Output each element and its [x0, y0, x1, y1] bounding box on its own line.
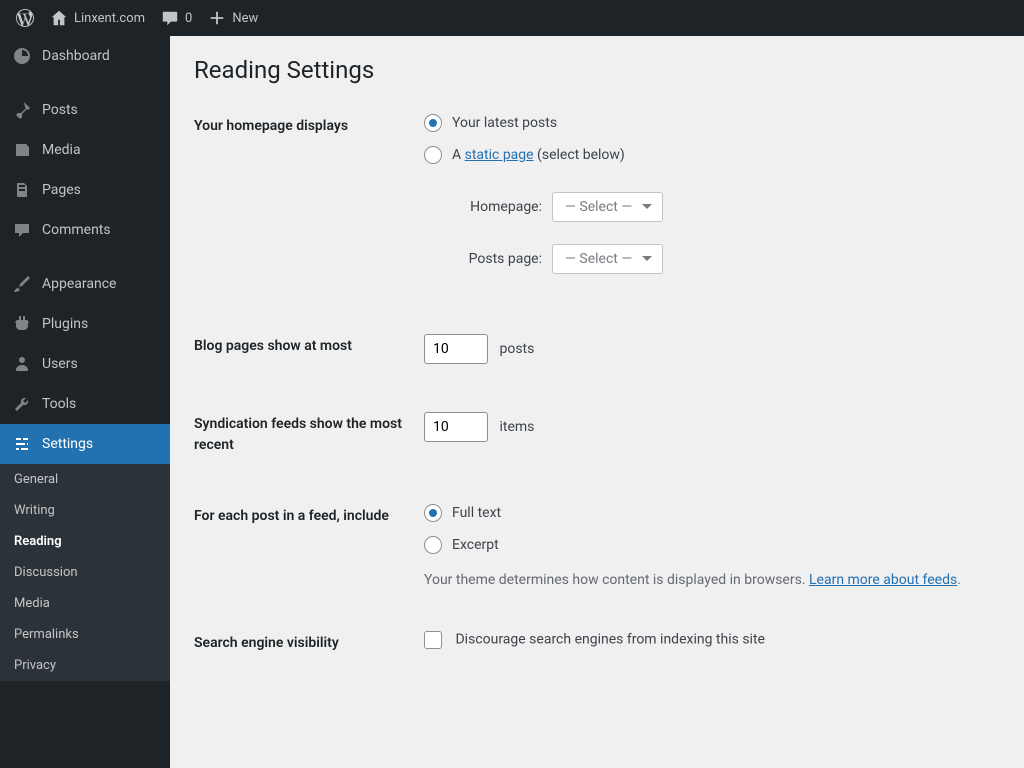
comment-icon	[161, 9, 179, 27]
searchvis-label: Search engine visibility	[194, 631, 424, 654]
homepage-displays-label: Your homepage displays	[194, 114, 424, 137]
menu-users[interactable]: Users	[0, 344, 170, 384]
admin-bar: Linxent.com 0 New	[0, 0, 1024, 36]
site-name[interactable]: Linxent.com	[42, 0, 153, 36]
menu-label: Users	[42, 356, 78, 372]
submenu-general[interactable]: General	[0, 464, 170, 495]
home-icon	[50, 9, 68, 27]
menu-dashboard[interactable]: Dashboard	[0, 36, 170, 76]
submenu-privacy[interactable]: Privacy	[0, 650, 170, 681]
submenu-permalinks[interactable]: Permalinks	[0, 619, 170, 650]
searchvis-checkbox-label: Discourage search engines from indexing …	[455, 632, 764, 648]
menu-media[interactable]: Media	[0, 130, 170, 170]
feedinclude-desc: Your theme determines how content is dis…	[424, 570, 1000, 591]
syndication-suffix: items	[499, 419, 534, 435]
menu-plugins[interactable]: Plugins	[0, 304, 170, 344]
wordpress-icon	[16, 9, 34, 27]
new-label: New	[232, 11, 258, 26]
static-page-link[interactable]: static page	[465, 147, 534, 163]
menu-label: Posts	[42, 102, 78, 118]
submenu-discussion[interactable]: Discussion	[0, 557, 170, 588]
menu-label: Appearance	[42, 276, 116, 292]
postspage-select-label: Posts page:	[452, 251, 542, 267]
media-icon	[12, 140, 32, 160]
new-content[interactable]: New	[200, 0, 266, 36]
searchvis-checkbox[interactable]	[424, 631, 442, 649]
submenu-media[interactable]: Media	[0, 588, 170, 619]
menu-posts[interactable]: Posts	[0, 90, 170, 130]
learn-more-feeds-link[interactable]: Learn more about feeds	[809, 572, 957, 588]
menu-pages[interactable]: Pages	[0, 170, 170, 210]
postspage-select[interactable]: — Select —	[552, 244, 663, 274]
radio-static-page[interactable]	[424, 146, 442, 164]
submenu-reading[interactable]: Reading	[0, 526, 170, 557]
comments-bubble[interactable]: 0	[153, 0, 200, 36]
menu-settings[interactable]: Settings	[0, 424, 170, 464]
submenu-writing[interactable]: Writing	[0, 495, 170, 526]
admin-sidebar: Dashboard Posts Media Pages Comments App…	[0, 36, 170, 768]
dashboard-icon	[12, 46, 32, 66]
menu-comments[interactable]: Comments	[0, 210, 170, 250]
menu-label: Media	[42, 142, 81, 158]
radio-excerpt-label: Excerpt	[452, 537, 499, 553]
blogpages-label: Blog pages show at most	[194, 334, 424, 357]
menu-label: Settings	[42, 436, 93, 452]
main-content: Reading Settings Your homepage displays …	[170, 36, 1024, 768]
blogpages-suffix: posts	[499, 341, 534, 357]
comments-count: 0	[185, 11, 192, 26]
syndication-label: Syndication feeds show the most recent	[194, 412, 424, 456]
feedinclude-label: For each post in a feed, include	[194, 504, 424, 527]
menu-label: Tools	[42, 396, 76, 412]
plugin-icon	[12, 314, 32, 334]
menu-label: Comments	[42, 222, 111, 238]
brush-icon	[12, 274, 32, 294]
tools-icon	[12, 394, 32, 414]
users-icon	[12, 354, 32, 374]
syndication-input[interactable]	[424, 412, 488, 442]
pin-icon	[12, 100, 32, 120]
menu-appearance[interactable]: Appearance	[0, 264, 170, 304]
settings-icon	[12, 434, 32, 454]
wp-logo[interactable]	[8, 0, 42, 36]
radio-latest-posts-label: Your latest posts	[452, 115, 557, 131]
homepage-select[interactable]: — Select —	[552, 192, 663, 222]
menu-label: Dashboard	[42, 48, 110, 64]
radio-latest-posts[interactable]	[424, 114, 442, 132]
page-title: Reading Settings	[194, 56, 1000, 84]
site-name-text: Linxent.com	[74, 11, 145, 26]
comments-icon	[12, 220, 32, 240]
radio-fulltext[interactable]	[424, 504, 442, 522]
radio-fulltext-label: Full text	[452, 505, 501, 521]
homepage-select-label: Homepage:	[452, 199, 542, 215]
menu-tools[interactable]: Tools	[0, 384, 170, 424]
pages-icon	[12, 180, 32, 200]
plus-icon	[208, 9, 226, 27]
blogpages-input[interactable]	[424, 334, 488, 364]
menu-label: Plugins	[42, 316, 88, 332]
radio-excerpt[interactable]	[424, 536, 442, 554]
menu-label: Pages	[42, 182, 81, 198]
settings-submenu: General Writing Reading Discussion Media…	[0, 464, 170, 681]
radio-static-page-label: A static page (select below)	[452, 147, 625, 163]
